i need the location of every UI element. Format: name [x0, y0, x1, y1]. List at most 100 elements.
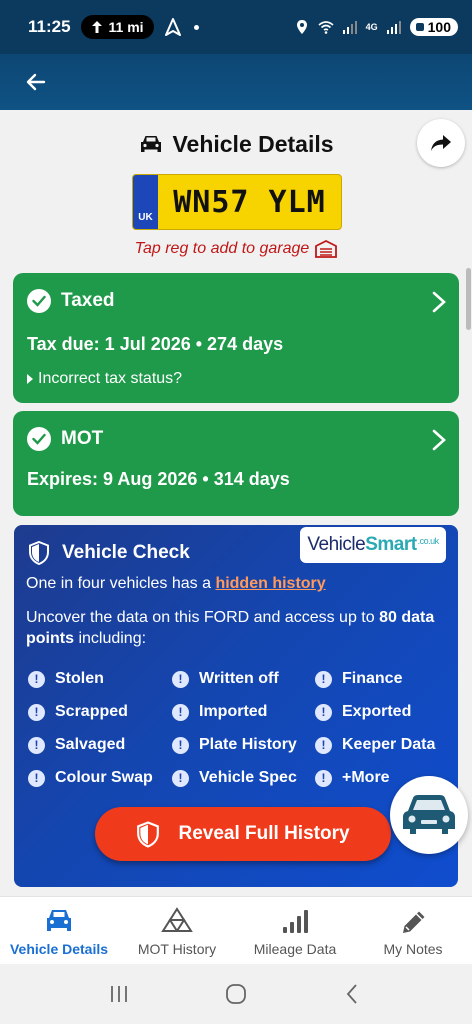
chevron-right-icon: [432, 429, 446, 451]
mot-card-header: MOT: [27, 427, 103, 451]
garage-hint-text: Tap reg to add to garage: [134, 240, 310, 257]
tab-label: Vehicle Details: [9, 941, 109, 957]
car-front-icon: [403, 795, 455, 834]
car-icon: [141, 136, 162, 152]
check-item-label: Exported: [342, 703, 412, 720]
tab-label: Mileage Data: [253, 941, 337, 957]
data-points-prefix: Uncover the data on this FORD and access…: [26, 609, 380, 626]
incorrect-tax-status-link[interactable]: Incorrect tax status?: [27, 370, 182, 388]
tax-status-card[interactable]: Taxed Tax due: 1 Jul 2026 • 274 days Inc…: [13, 273, 459, 403]
add-to-garage-hint[interactable]: Tap reg to add to garage: [0, 240, 472, 258]
navigation-pill[interactable]: 11 mi: [80, 15, 154, 39]
check-item: ! Salvaged: [28, 735, 172, 755]
tab-my-notes[interactable]: My Notes: [354, 897, 472, 964]
info-icon: !: [28, 703, 45, 721]
home-button[interactable]: [216, 974, 256, 1014]
bottom-navigation: Vehicle Details MOT History Mileage Data…: [0, 896, 472, 964]
signal-bars-icon: [386, 21, 401, 34]
hidden-history-prefix: One in four vehicles has a: [26, 575, 216, 592]
tax-status: Taxed: [61, 290, 115, 311]
status-bar: 11:25 11 mi 4G 100: [0, 0, 472, 54]
mot-status: MOT: [61, 428, 104, 449]
check-item-label: Colour Swap: [55, 769, 153, 786]
data-points-suffix: including:: [74, 630, 147, 647]
recent-apps-icon: [110, 986, 127, 1002]
chevron-left-icon: [347, 984, 357, 1004]
mot-expiry-text: Expires: 9 Aug 2026 • 314 days: [27, 469, 290, 489]
check-item-label: Written off: [199, 670, 279, 687]
reveal-button-label: Reveal Full History: [178, 823, 350, 844]
vehicle-smart-logo: Vehicle Smart .co.uk: [300, 527, 446, 563]
pencil-icon: [403, 911, 425, 933]
tax-due-text: Tax due: 1 Jul 2026 • 274 days: [27, 334, 284, 354]
scrollbar[interactable]: [466, 268, 471, 330]
info-icon: !: [28, 736, 45, 754]
plate-country: UK: [138, 212, 153, 223]
vehicle-check-title: Vehicle Check: [62, 542, 190, 563]
bar-signal-icon: [283, 910, 308, 933]
info-icon: !: [315, 670, 332, 688]
check-item: ! Finance: [315, 669, 448, 689]
navigation-arrow-icon: [164, 18, 181, 36]
tab-vehicle-details[interactable]: Vehicle Details: [0, 897, 118, 964]
chevron-right-icon: [432, 291, 446, 313]
shield-icon: [137, 820, 160, 848]
check-item-label: Imported: [199, 703, 268, 720]
check-item: ! Colour Swap: [28, 768, 172, 788]
info-icon: !: [315, 736, 332, 754]
check-item: ! Stolen: [28, 669, 172, 689]
check-item-label: Stolen: [55, 670, 104, 687]
app-bar: [0, 54, 472, 110]
battery-indicator: 100: [409, 18, 458, 36]
signal-bars-icon: [342, 21, 357, 34]
info-icon: !: [172, 769, 189, 787]
status-icons: 4G 100: [294, 18, 458, 36]
share-button[interactable]: [417, 119, 465, 167]
check-items-grid: ! Stolen ! Written off ! Finance ! Scrapped …: [28, 669, 448, 788]
tab-mot-history[interactable]: MOT History: [118, 897, 236, 964]
status-time: 11:25: [28, 17, 71, 36]
info-icon: !: [28, 769, 45, 787]
recent-apps-button[interactable]: [99, 974, 139, 1014]
check-item: ! Written off: [172, 669, 315, 689]
check-item: ! Exported: [315, 702, 448, 722]
info-icon: !: [315, 703, 332, 721]
reveal-full-history-button[interactable]: Reveal Full History: [95, 807, 391, 861]
back-button[interactable]: [20, 66, 52, 98]
location-pin-icon: [296, 20, 307, 34]
info-icon: !: [28, 670, 45, 688]
hidden-history-link[interactable]: hidden history: [215, 575, 325, 592]
data-points-text: Uncover the data on this FORD and access…: [26, 607, 456, 649]
info-icon: !: [172, 736, 189, 754]
check-item-label: Keeper Data: [342, 736, 436, 753]
tab-label: My Notes: [383, 941, 443, 957]
check-item-label: Vehicle Spec: [199, 769, 297, 786]
check-item: ! Plate History: [172, 735, 315, 755]
info-icon: !: [172, 703, 189, 721]
check-item-label: Salvaged: [55, 736, 126, 753]
registration-number: WN57 YLM: [173, 184, 326, 220]
tab-mileage-data[interactable]: Mileage Data: [236, 897, 354, 964]
car-icon: [47, 910, 71, 931]
check-item-label: Plate History: [199, 736, 297, 753]
vehicle-check-header: Vehicle Check: [28, 541, 190, 565]
mot-status-card[interactable]: MOT Expires: 9 Aug 2026 • 314 days: [13, 411, 459, 516]
network-type: 4G: [365, 21, 378, 32]
system-navigation-bar: [0, 964, 472, 1024]
share-arrow-icon: [431, 135, 451, 151]
tax-card-header: Taxed: [27, 289, 115, 313]
navigation-distance: 11 mi: [108, 19, 144, 35]
page-title: Vehicle Details: [172, 130, 334, 157]
plate-country-band: UK: [133, 175, 158, 229]
check-item: ! Imported: [172, 702, 315, 722]
system-back-button[interactable]: [333, 974, 373, 1014]
check-item-label: Scrapped: [55, 703, 128, 720]
mot-triangle-icon: [161, 907, 193, 932]
arrow-left-icon: [26, 73, 46, 91]
home-circle-icon: [226, 984, 246, 1004]
registration-plate[interactable]: UK WN57 YLM: [132, 174, 342, 230]
page-header: Vehicle Details: [0, 120, 472, 168]
garage-car-button[interactable]: [390, 776, 468, 854]
notification-dot-icon: [193, 24, 199, 30]
info-icon: !: [172, 670, 189, 688]
